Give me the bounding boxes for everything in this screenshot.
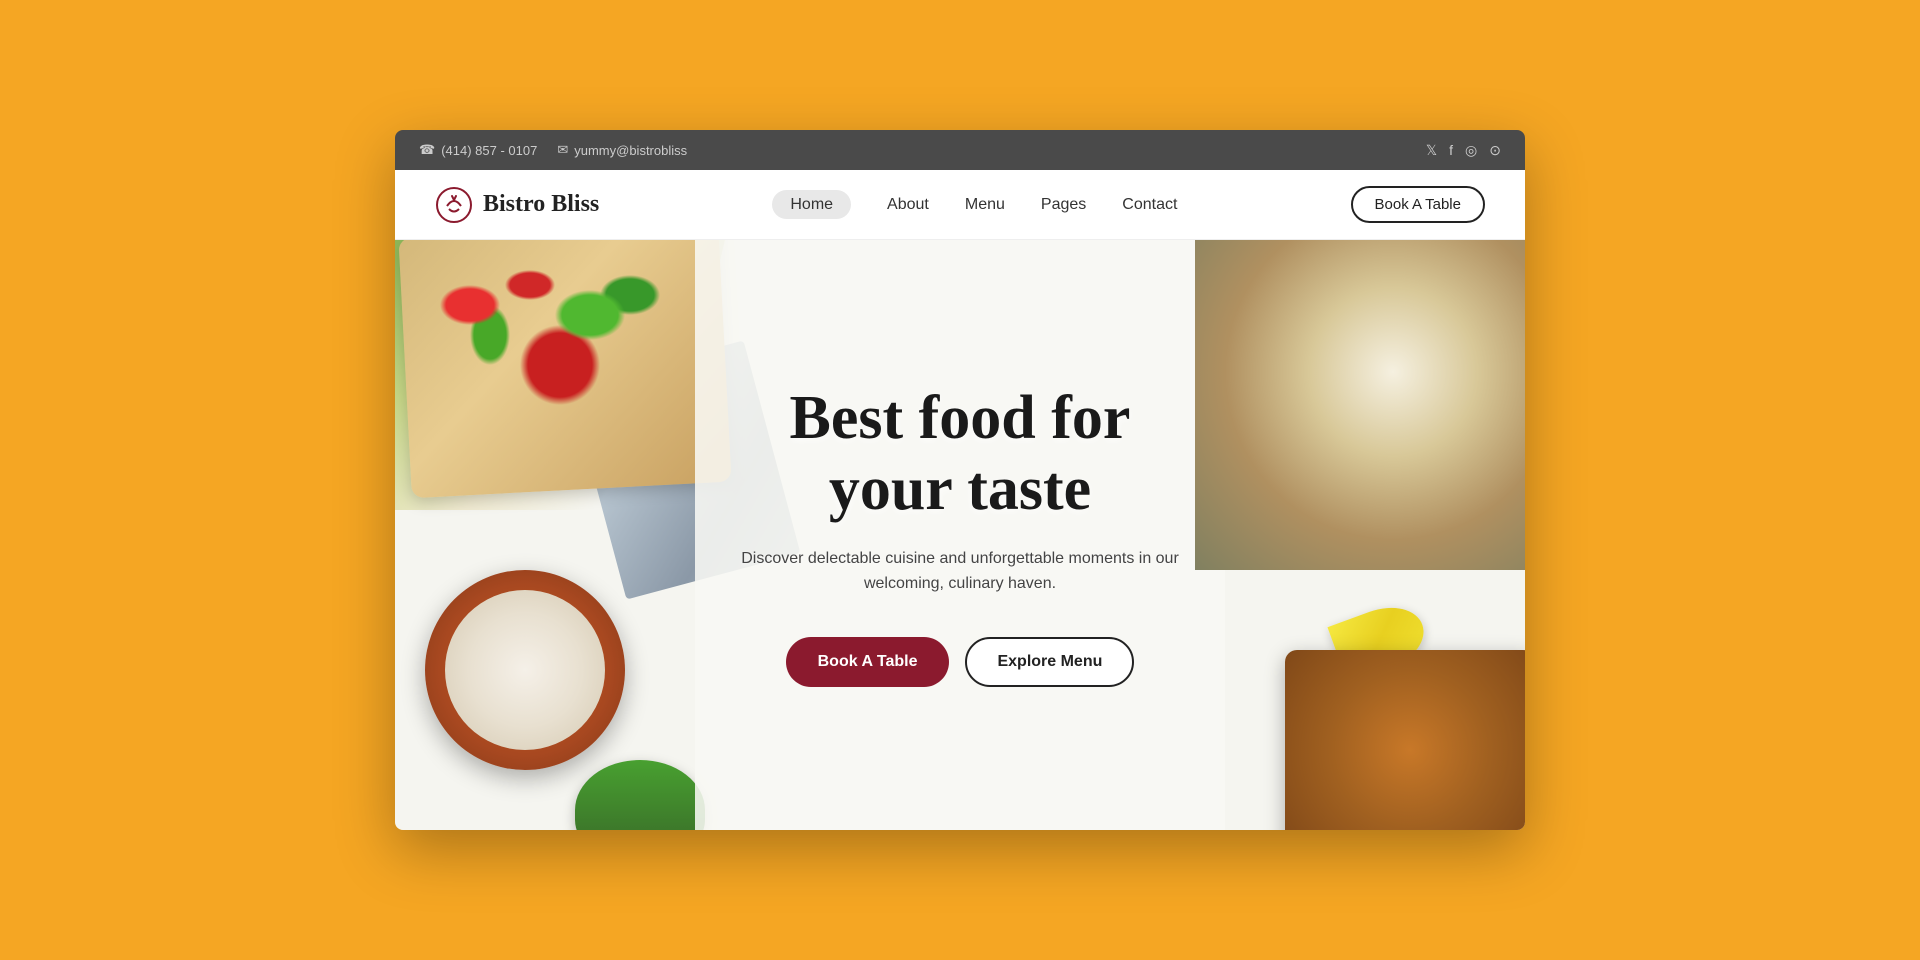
nav-item-menu[interactable]: Menu (965, 196, 1005, 214)
veggie-overlay (410, 245, 710, 485)
email-address: yummy@bistrobliss (574, 143, 687, 158)
nav-item-home[interactable]: Home (772, 196, 851, 214)
hero-book-table-button[interactable]: Book A Table (786, 637, 950, 687)
bowl-bottom-right (1285, 650, 1525, 830)
email-icon: ✉ (557, 142, 568, 158)
github-icon[interactable]: ⊙ (1489, 142, 1501, 159)
top-bar-left: ☎ (414) 857 - 0107 ✉ yummy@bistrobliss (419, 142, 687, 158)
instagram-icon[interactable]: ◎ (1465, 142, 1477, 159)
hero-subtitle: Discover delectable cuisine and unforget… (730, 546, 1190, 597)
nav-link-pages[interactable]: Pages (1041, 196, 1086, 213)
logo-icon (435, 186, 473, 224)
nav-book-table-button[interactable]: Book A Table (1351, 186, 1485, 223)
phone-contact: ☎ (414) 857 - 0107 (419, 142, 537, 158)
navbar: Bistro Bliss Home About Menu Pages Conta… (395, 170, 1525, 240)
logo[interactable]: Bistro Bliss (435, 186, 599, 224)
hero-section: Best food for your taste Discover delect… (395, 240, 1525, 830)
nav-link-contact[interactable]: Contact (1122, 196, 1177, 213)
bowl-left (425, 570, 625, 770)
nav-link-about[interactable]: About (887, 196, 929, 213)
phone-icon: ☎ (419, 142, 435, 158)
nav-item-pages[interactable]: Pages (1041, 196, 1086, 214)
facebook-icon[interactable]: f (1449, 142, 1453, 158)
nav-link-menu[interactable]: Menu (965, 196, 1005, 213)
phone-number: (414) 857 - 0107 (441, 143, 537, 158)
twitter-icon[interactable]: 𝕏 (1426, 142, 1437, 159)
social-links: 𝕏 f ◎ ⊙ (1426, 142, 1501, 159)
nav-item-contact[interactable]: Contact (1122, 196, 1177, 214)
hero-content: Best food for your taste Discover delect… (710, 363, 1210, 707)
logo-text: Bistro Bliss (483, 191, 599, 218)
nav-item-about[interactable]: About (887, 196, 929, 214)
hero-title: Best food for your taste (730, 383, 1190, 526)
nav-link-home[interactable]: Home (772, 190, 851, 219)
email-contact: ✉ yummy@bistrobliss (557, 142, 687, 158)
browser-window: ☎ (414) 857 - 0107 ✉ yummy@bistrobliss 𝕏… (395, 130, 1525, 830)
herb-bowl (575, 760, 705, 830)
right-food-overlay (1195, 240, 1525, 570)
hero-buttons: Book A Table Explore Menu (730, 637, 1190, 687)
nav-links: Home About Menu Pages Contact (772, 196, 1177, 214)
top-bar: ☎ (414) 857 - 0107 ✉ yummy@bistrobliss 𝕏… (395, 130, 1525, 170)
explore-menu-button[interactable]: Explore Menu (965, 637, 1134, 687)
